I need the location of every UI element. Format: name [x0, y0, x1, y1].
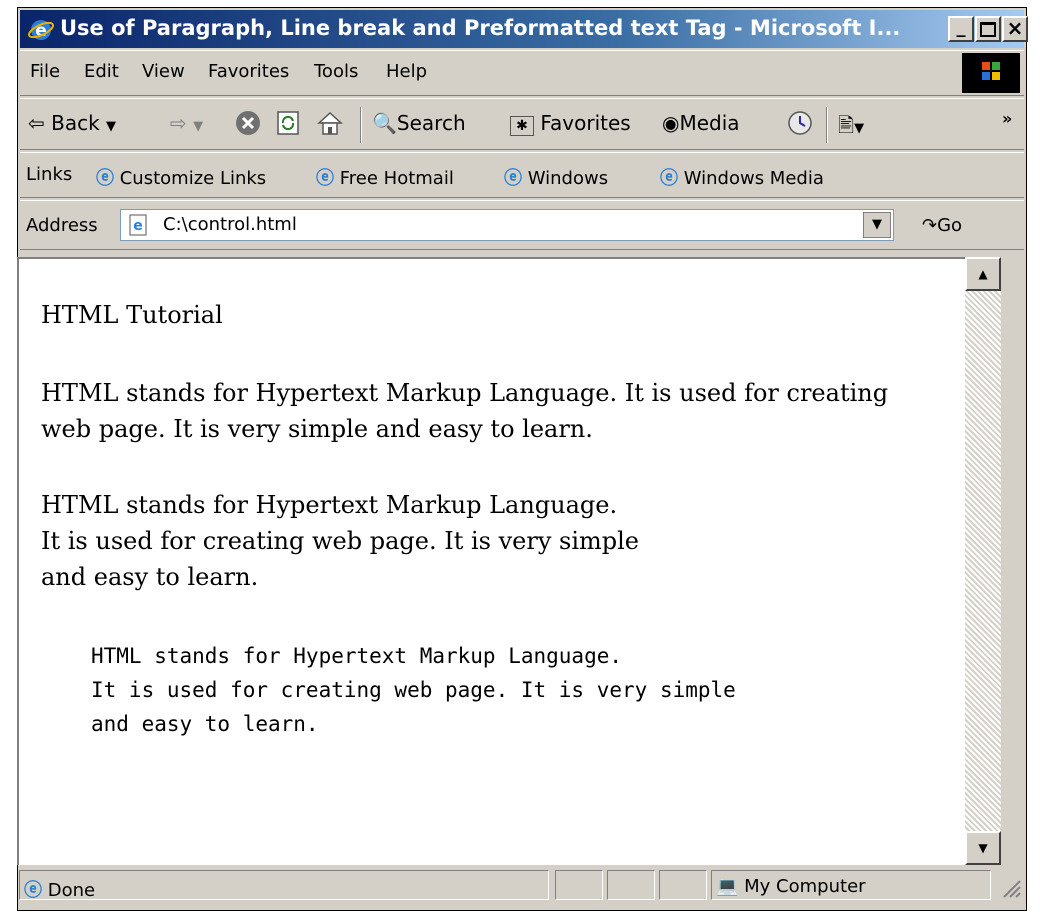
- chevron-down-icon: ▼: [872, 217, 882, 232]
- address-input[interactable]: e C:\control.html ▼: [120, 209, 894, 241]
- status-cell: [659, 870, 707, 900]
- menu-file[interactable]: File: [30, 61, 60, 82]
- menu-edit[interactable]: Edit: [84, 61, 119, 82]
- status-text: ⓔ Done: [24, 880, 96, 901]
- link-customize-links[interactable]: ⓔ Customize Links: [96, 164, 266, 190]
- title-bar[interactable]: e Use of Paragraph, Line break and Prefo…: [20, 10, 1028, 48]
- ie-page-icon: ⓔ: [316, 168, 334, 189]
- back-arrow-icon: ⇦: [28, 111, 45, 135]
- toolbar-overflow-chevron[interactable]: »: [1002, 109, 1012, 128]
- maximize-button[interactable]: [975, 16, 1001, 42]
- menu-bar: File Edit View Favorites Tools Help: [20, 50, 1024, 96]
- mail-icon: 🖹: [838, 113, 855, 137]
- history-icon[interactable]: [786, 109, 814, 137]
- vertical-scrollbar[interactable]: ▲ ▼: [965, 257, 1001, 865]
- page-icon: e: [129, 214, 147, 236]
- stop-icon[interactable]: [234, 109, 262, 137]
- status-message-cell: ⓔ Done: [19, 870, 549, 901]
- page-content: HTML Tutorial HTML stands for Hypertext …: [17, 257, 965, 865]
- address-label: Address: [26, 215, 98, 236]
- my-computer-icon: 💻: [716, 876, 739, 897]
- forward-button[interactable]: ⇨ ▼: [170, 111, 203, 135]
- favorites-star-icon: ✱: [510, 116, 534, 136]
- chevron-down-icon: ▼: [854, 121, 865, 136]
- toolbar-separator: [826, 107, 828, 143]
- minimize-button[interactable]: _: [948, 16, 974, 42]
- preformatted-line-2: It is used for creating web page. It is …: [91, 678, 736, 702]
- preformatted-line-3: and easy to learn.: [91, 712, 319, 736]
- favorites-button[interactable]: ✱ Favorites: [510, 111, 631, 136]
- go-button[interactable]: ↷Go: [922, 215, 962, 236]
- svg-text:e: e: [133, 218, 143, 234]
- windows-flag-icon: [982, 62, 1000, 80]
- status-cell: [555, 870, 603, 900]
- media-button[interactable]: ◉Media: [662, 111, 740, 135]
- zone-text: 💻 My Computer: [716, 876, 866, 897]
- menu-favorites[interactable]: Favorites: [208, 61, 289, 82]
- status-bar: ⓔ Done 💻 My Computer: [19, 868, 1025, 902]
- paragraph-1-line-2: web page. It is very simple and easy to …: [41, 415, 593, 443]
- go-arrow-icon: ↷: [922, 215, 938, 236]
- forward-arrow-icon: ⇨: [170, 111, 187, 135]
- ie-page-icon: ⓔ: [504, 168, 522, 189]
- home-icon[interactable]: [316, 109, 344, 137]
- address-bar: Address e C:\control.html ▼ ↷Go: [20, 200, 1024, 250]
- ie-page-icon: ⓔ: [96, 168, 114, 189]
- links-bar: Links ⓔ Customize Links ⓔ Free Hotmail ⓔ…: [20, 152, 1024, 198]
- links-label: Links: [26, 164, 73, 185]
- ie-icon: e: [28, 20, 54, 41]
- paragraph-2-line-3: and easy to learn.: [41, 563, 259, 591]
- search-icon: 🔍: [372, 111, 397, 135]
- paragraph-2-line-2: It is used for creating web page. It is …: [41, 527, 639, 555]
- address-value: C:\control.html: [163, 214, 297, 235]
- link-windows-media[interactable]: ⓔ Windows Media: [660, 164, 824, 190]
- standard-toolbar: ⇦ Back ▼ ⇨ ▼ 🔍Search ✱ Favorites ◉Media …: [20, 98, 1024, 150]
- toolbar-separator: [360, 107, 362, 143]
- minimize-icon: _: [956, 17, 966, 38]
- close-button[interactable]: ×: [1002, 16, 1028, 42]
- paragraph-1-line-1: HTML stands for Hypertext Markup Languag…: [41, 379, 889, 407]
- chevron-down-icon: ▼: [106, 119, 117, 134]
- media-icon: ◉: [662, 111, 680, 135]
- link-free-hotmail[interactable]: ⓔ Free Hotmail: [316, 164, 454, 190]
- menu-view[interactable]: View: [142, 61, 185, 82]
- status-zone-cell: 💻 My Computer: [711, 870, 991, 900]
- menu-tools[interactable]: Tools: [314, 61, 358, 82]
- menu-help[interactable]: Help: [386, 61, 427, 82]
- link-windows[interactable]: ⓔ Windows: [504, 164, 608, 190]
- search-button[interactable]: 🔍Search: [372, 111, 466, 135]
- chevron-down-icon: ▼: [978, 841, 988, 855]
- scroll-down-button[interactable]: ▼: [965, 831, 1001, 865]
- scroll-up-button[interactable]: ▲: [965, 257, 1001, 291]
- window-title: Use of Paragraph, Line break and Preform…: [60, 16, 901, 40]
- back-button[interactable]: ⇦ Back ▼: [28, 111, 116, 135]
- windows-logo: [962, 53, 1020, 93]
- status-cell: [607, 870, 655, 900]
- ie-page-icon: ⓔ: [660, 168, 678, 189]
- page-heading: HTML Tutorial: [41, 301, 223, 329]
- chevron-up-icon: ▲: [978, 267, 988, 281]
- maximize-icon: [980, 22, 996, 37]
- refresh-icon[interactable]: [274, 109, 302, 137]
- chevron-down-icon: ▼: [193, 119, 204, 134]
- close-icon: ×: [1006, 16, 1024, 40]
- mail-button[interactable]: 🖹▼: [838, 111, 864, 145]
- address-dropdown-button[interactable]: ▼: [863, 212, 891, 238]
- paragraph-2-line-1: HTML stands for Hypertext Markup Languag…: [41, 491, 618, 519]
- ie-page-icon: ⓔ: [24, 880, 42, 901]
- preformatted-line-1: HTML stands for Hypertext Markup Languag…: [91, 644, 623, 668]
- resize-grip-icon[interactable]: [999, 876, 1021, 898]
